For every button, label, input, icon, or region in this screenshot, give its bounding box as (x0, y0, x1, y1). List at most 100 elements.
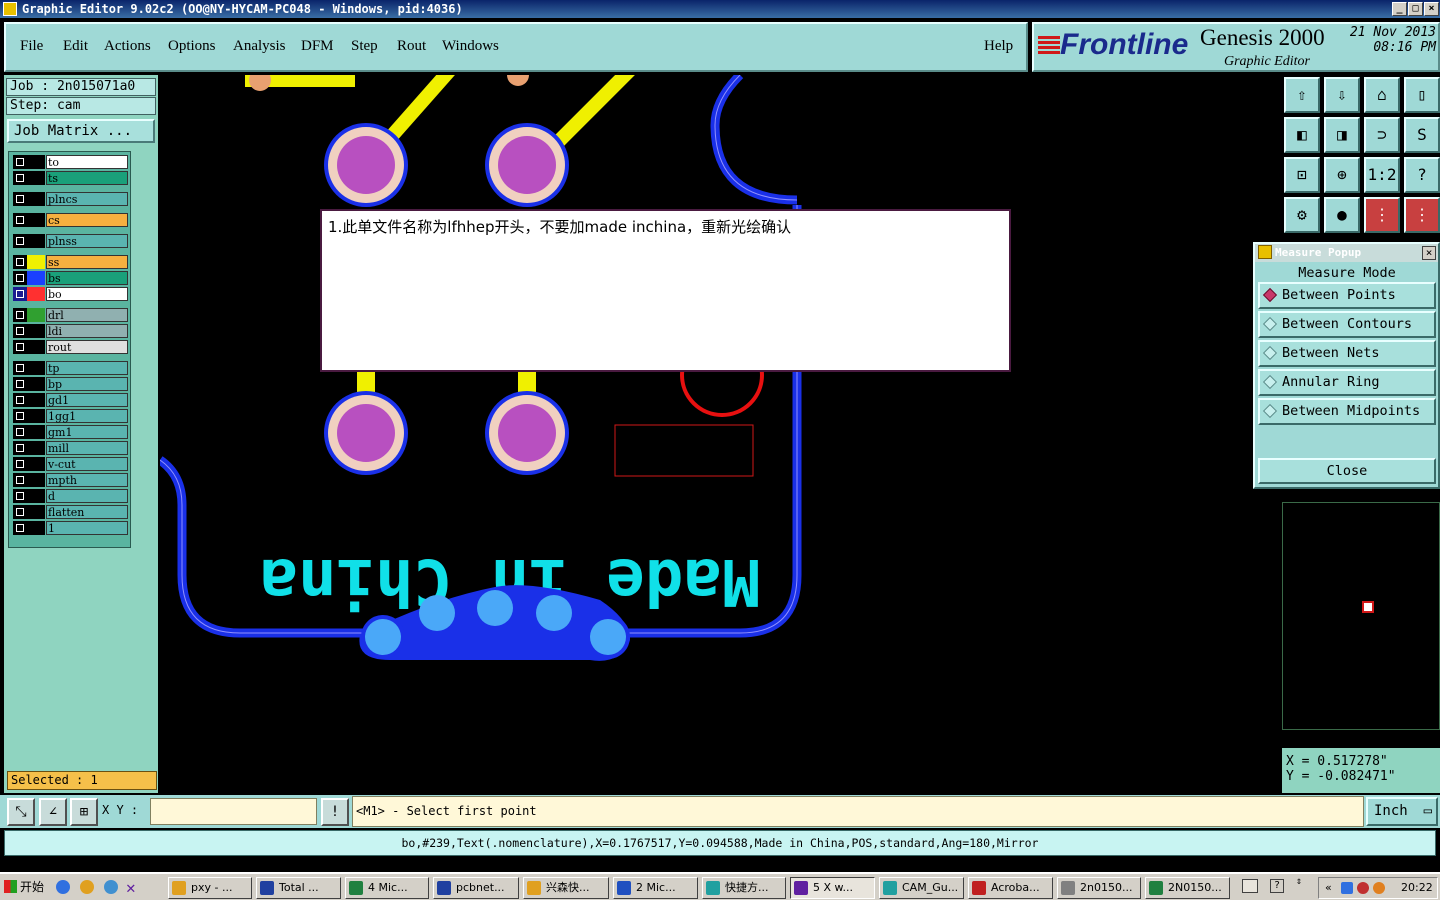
job-matrix-button[interactable]: Job Matrix ... (7, 119, 155, 143)
layer-checkbox[interactable] (13, 441, 27, 455)
layer-name[interactable]: drl (46, 308, 128, 322)
zoom-home-icon[interactable]: ⊕ (1324, 157, 1360, 193)
layer-color-swatch[interactable] (27, 473, 45, 487)
mode-annular-ring[interactable]: Annular Ring (1258, 369, 1436, 396)
antivirus-icon[interactable] (1357, 882, 1369, 894)
redraw-icon[interactable]: S (1404, 117, 1440, 153)
layer-checkbox[interactable] (13, 255, 27, 269)
layer-color-swatch[interactable] (27, 324, 45, 338)
layer-name[interactable]: plncs (46, 192, 128, 206)
layer-checkbox[interactable] (13, 287, 27, 301)
layer-row-rout[interactable]: rout (13, 340, 129, 354)
menu-edit[interactable]: Edit (63, 38, 88, 55)
layer-color-swatch[interactable] (27, 192, 45, 206)
maximize-button[interactable]: □ (1408, 2, 1423, 16)
layer-checkbox[interactable] (13, 171, 27, 185)
layer-name[interactable]: ldi (46, 324, 128, 338)
home-icon[interactable]: ⌂ (1364, 77, 1400, 113)
layer-name[interactable]: bp (46, 377, 128, 391)
layer-row-bs[interactable]: bs (13, 271, 129, 285)
menu-rout[interactable]: Rout (397, 38, 426, 55)
layer-name[interactable]: flatten (46, 505, 128, 519)
undo-icon[interactable]: ⊃ (1364, 117, 1400, 153)
layer-row-1[interactable]: 1 (13, 521, 129, 535)
layer-color-swatch[interactable] (27, 425, 45, 439)
layer-checkbox[interactable] (13, 377, 27, 391)
layer-row-cs[interactable]: cs (13, 213, 129, 227)
layer-color-swatch[interactable] (27, 234, 45, 248)
layer-row-plncs[interactable]: plncs (13, 192, 129, 206)
layer-name[interactable]: bo (46, 287, 128, 301)
grid-icon[interactable]: ⊞ (70, 798, 98, 826)
overview-map[interactable] (1282, 502, 1440, 730)
mode-between-midpoints[interactable]: Between Midpoints (1258, 398, 1436, 425)
pan-left-icon[interactable]: ◧ (1284, 117, 1320, 153)
quicklaunch-icon[interactable] (104, 880, 118, 894)
layer-name[interactable]: 1gg1 (46, 409, 128, 423)
layer-checkbox[interactable] (13, 473, 27, 487)
layer-checkbox[interactable] (13, 192, 27, 206)
menu-dfm[interactable]: DFM (301, 38, 334, 55)
layer-name[interactable]: tp (46, 361, 128, 375)
tray-expand-icon[interactable]: « (1325, 878, 1332, 898)
layer-row-bo[interactable]: bo (13, 287, 129, 301)
layer-row-tp[interactable]: tp (13, 361, 129, 375)
layer-name[interactable]: bs (46, 271, 128, 285)
layer-name[interactable]: mpth (46, 473, 128, 487)
scale-1-2-icon[interactable]: 1:2 (1364, 157, 1400, 193)
layer-name[interactable]: cs (46, 213, 128, 227)
taskbar-item[interactable]: CAM_Gu... (879, 877, 964, 899)
save-icon[interactable]: ⇩ (1324, 77, 1360, 113)
layer-row-bp[interactable]: bp (13, 377, 129, 391)
snap-icon[interactable]: ⤡ (7, 798, 35, 826)
layer-name[interactable]: to (46, 155, 128, 169)
window-icon[interactable]: ▯ (1404, 77, 1440, 113)
quicklaunch-icon[interactable] (80, 880, 94, 894)
layer-row-to[interactable]: to (13, 155, 129, 169)
layer-name[interactable]: mill (46, 441, 128, 455)
layer-row-flatten[interactable]: flatten (13, 505, 129, 519)
layer-color-swatch[interactable] (27, 393, 45, 407)
layer-row-d[interactable]: d (13, 489, 129, 503)
layer-color-swatch[interactable] (27, 308, 45, 322)
layer-row-gm1[interactable]: gm1 (13, 425, 129, 439)
menu-file[interactable]: File (20, 38, 43, 55)
layer-name[interactable]: gm1 (46, 425, 128, 439)
layer-color-swatch[interactable] (27, 171, 45, 185)
layer-checkbox[interactable] (13, 361, 27, 375)
layer-color-swatch[interactable] (27, 271, 45, 285)
taskbar-item[interactable]: 2n0150... (1057, 877, 1141, 899)
taskbar-item[interactable]: Total ... (256, 877, 341, 899)
help-tray-icon[interactable]: ? (1270, 879, 1284, 893)
layer-color-swatch[interactable] (27, 505, 45, 519)
layer-color-swatch[interactable] (27, 361, 45, 375)
menu-windows[interactable]: Windows (442, 38, 499, 55)
menu-help[interactable]: Help (984, 38, 1013, 55)
layer-color-swatch[interactable] (27, 255, 45, 269)
measure-icon[interactable]: ⚙ (1284, 197, 1320, 233)
layer-name[interactable]: ss (46, 255, 128, 269)
layer-color-swatch[interactable] (27, 213, 45, 227)
layer-checkbox[interactable] (13, 393, 27, 407)
layer-row-ldi[interactable]: ldi (13, 324, 129, 338)
layer-row-ss[interactable]: ss (13, 255, 129, 269)
layer-row-mill[interactable]: mill (13, 441, 129, 455)
network-icon[interactable] (1341, 882, 1353, 894)
nets-alt-icon[interactable]: ⋮ (1404, 197, 1440, 233)
layer-checkbox[interactable] (13, 505, 27, 519)
layer-row-1gg1[interactable]: 1gg1 (13, 409, 129, 423)
angle-icon[interactable]: ∠ (39, 798, 67, 826)
layer-checkbox[interactable] (13, 425, 27, 439)
popup-close-icon[interactable]: × (1422, 246, 1436, 260)
layer-color-swatch[interactable] (27, 340, 45, 354)
layer-color-swatch[interactable] (27, 489, 45, 503)
layer-name[interactable]: gd1 (46, 393, 128, 407)
layer-color-swatch[interactable] (27, 155, 45, 169)
taskbar-item[interactable]: 4 Mic... (345, 877, 429, 899)
layer-row-mpth[interactable]: mpth (13, 473, 129, 487)
mode-between-nets[interactable]: Between Nets (1258, 340, 1436, 367)
info-icon[interactable]: ! (321, 798, 349, 826)
layer-checkbox[interactable] (13, 521, 27, 535)
scroll-icon[interactable]: ⇕ (1296, 876, 1302, 887)
layer-checkbox[interactable] (13, 324, 27, 338)
